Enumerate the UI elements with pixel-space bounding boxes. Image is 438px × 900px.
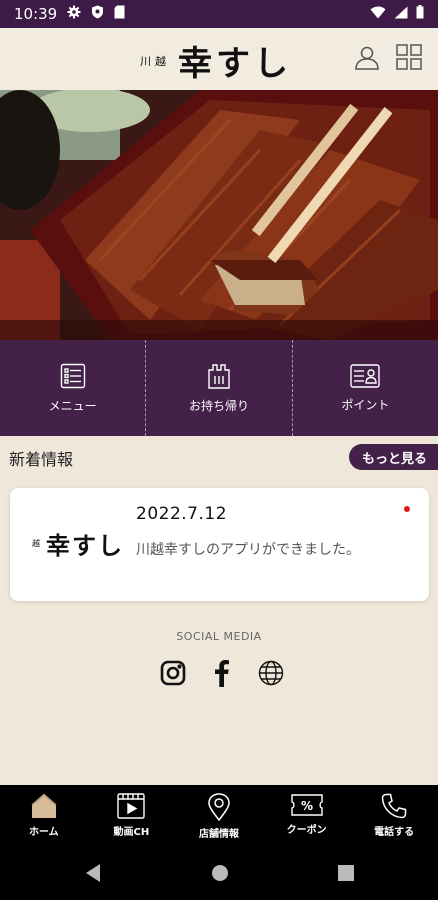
news-section-header: 新着情報 もっと見る [0,440,438,474]
gear-icon [67,5,81,23]
facebook-icon[interactable] [213,659,231,691]
nav-video-label: 動画CH [113,827,150,838]
news-thumbnail-logo: 越 幸すし [32,526,124,561]
news-card[interactable]: 越 幸すし 2022.7.12 川越幸すしのアプリができました。 [10,488,429,601]
news-date: 2022.7.12 [136,504,228,524]
menu-label: メニュー [48,398,97,413]
news-logo-subtitle: 越 [32,539,40,548]
system-navigation-bar [0,849,438,900]
nav-coupon-label: クーポン [286,825,327,836]
grid-icon [396,44,422,70]
recents-square-icon [338,865,354,881]
logo-title: 幸すし [178,44,292,84]
nav-store-label: 店舗情報 [198,829,239,840]
grid-menu-button[interactable] [394,42,424,72]
home-icon [31,793,57,818]
takeout-bag-icon [208,363,230,389]
phone-icon [381,793,407,819]
sd-card-icon [114,5,125,23]
point-label: ポイント [341,397,390,412]
takeout-label: お持ち帰り [188,398,249,413]
unread-indicator [404,506,410,512]
video-icon [117,793,146,819]
menu-list-icon [60,363,85,388]
home-circle-icon [212,865,228,881]
recents-button[interactable] [337,863,355,887]
battery-icon [416,5,424,23]
point-button[interactable]: ポイント [293,340,438,436]
social-links [160,660,284,690]
menu-button[interactable]: メニュー [0,340,147,436]
signal-icon [394,5,408,23]
more-news-button[interactable]: もっと見る [349,444,438,470]
nav-coupon[interactable]: % クーポン [263,785,351,849]
website-globe-icon[interactable] [258,660,284,690]
nav-call-label: 電話する [374,827,415,838]
nav-video[interactable]: 動画CH [88,785,176,849]
coupon-icon: % [290,794,323,816]
status-time: 10:39 [14,5,58,23]
takeout-button[interactable]: お持ち帰り [146,340,293,436]
wifi-icon [370,5,386,23]
news-text: 川越幸すしのアプリができました。 [136,542,360,558]
nav-store-info[interactable]: 店舗情報 [175,785,263,849]
home-nav-button[interactable] [211,863,229,887]
news-logo-title: 幸すし [46,531,124,560]
quick-menu: メニュー お持ち帰り ポイント [0,340,438,436]
account-button[interactable] [352,42,382,72]
location-pin-icon [208,793,230,821]
user-icon [355,46,379,70]
shield-icon [91,5,104,23]
logo-subtitle: 川越 [140,54,170,68]
status-bar: 10:39 [0,0,438,28]
hero-image [0,90,438,340]
point-card-icon [350,363,381,388]
back-button[interactable] [84,863,102,887]
social-media-label: SOCIAL MEDIA [176,630,262,643]
news-title: 新着情報 [9,450,74,469]
app-header: 川越 幸すし [0,28,438,90]
svg-text:%: % [301,799,313,813]
instagram-icon[interactable] [160,660,186,690]
back-triangle-icon [86,864,100,882]
nav-call[interactable]: 電話する [350,785,438,849]
nav-home-label: ホーム [28,827,59,838]
nav-home[interactable]: ホーム [0,785,88,849]
bottom-navigation: ホーム 動画CH 店舗情報 % クーポン 電話する [0,785,438,849]
brand-logo[interactable]: 川越 幸すし [140,36,292,85]
